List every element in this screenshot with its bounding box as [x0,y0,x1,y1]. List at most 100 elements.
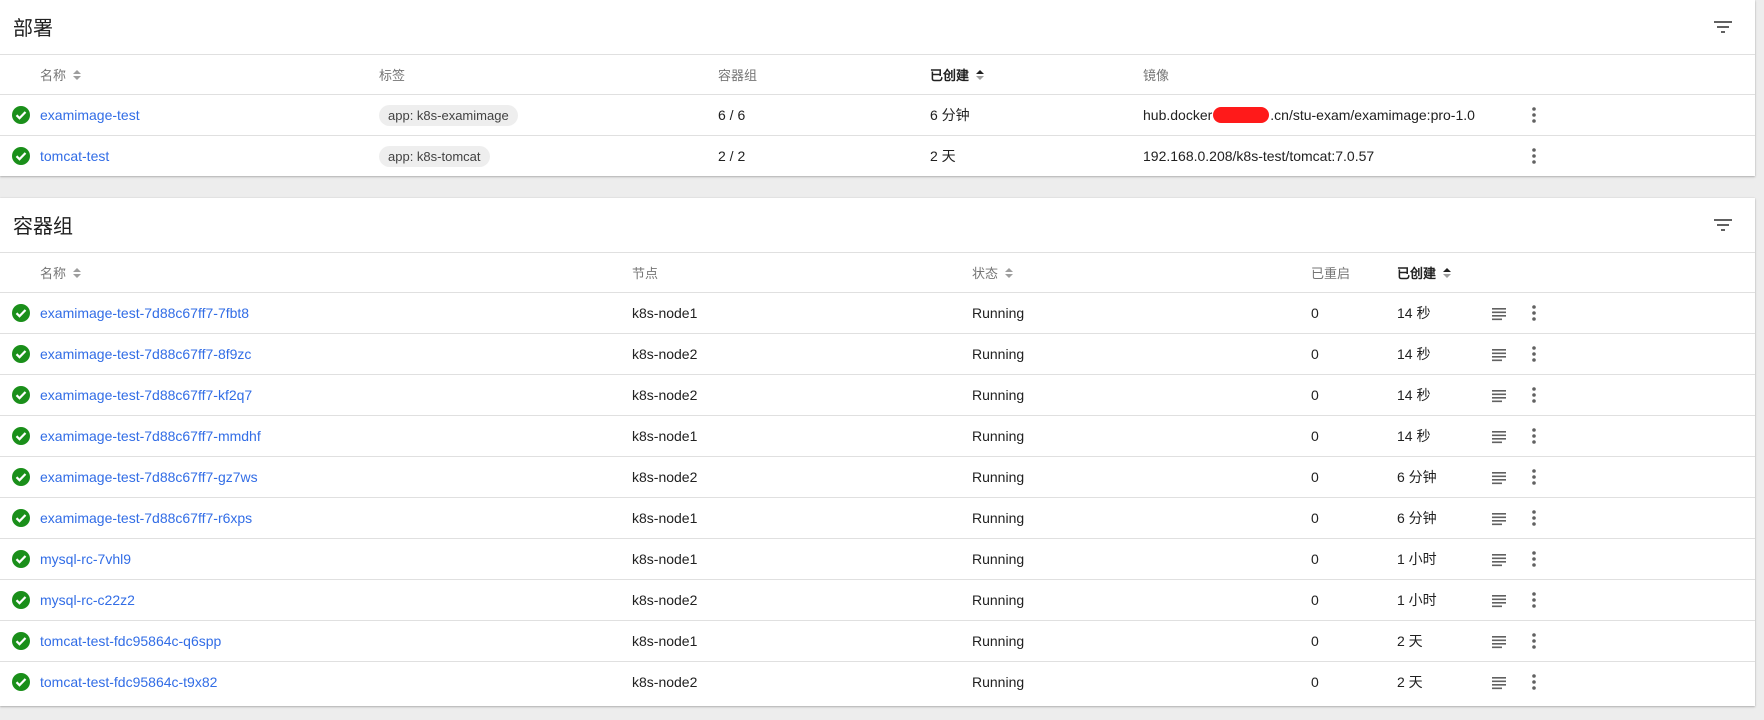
pod-name-link[interactable]: examimage-test-7d88c67ff7-7fbt8 [40,305,249,321]
check-circle-icon [11,467,31,487]
column-header-created[interactable]: 已创建 [1397,253,1452,292]
check-circle-icon [11,146,31,166]
pod-created: 2 天 [1397,633,1423,649]
pod-restarts: 0 [1311,428,1319,444]
more-vert-icon[interactable] [1522,670,1546,694]
more-vert-icon[interactable] [1522,506,1546,530]
pod-node: k8s-node2 [632,592,698,608]
pod-name-link[interactable]: mysql-rc-7vhl9 [40,551,131,567]
logs-icon[interactable] [1487,342,1511,366]
more-vert-icon[interactable] [1522,465,1546,489]
image-text-suffix: .cn/stu-exam/examimage:pro-1.0 [1270,107,1475,123]
column-header-label: 节点 [632,266,659,281]
table-row: examimage-test-7d88c67ff7-mmdhf k8s-node… [0,416,1755,457]
created-age: 2 天 [930,148,956,164]
table-row: mysql-rc-c22z2 k8s-node2 Running 0 1 小时 [0,580,1755,621]
pod-name-link[interactable]: examimage-test-7d88c67ff7-8f9zc [40,346,251,362]
filter-icon[interactable] [1711,15,1735,39]
column-header-name[interactable]: 名称 [40,253,82,292]
pod-status: Running [972,428,1025,444]
column-header-name[interactable]: 名称 [40,55,82,94]
column-header-status[interactable]: 状态 [972,253,1014,292]
label-chip: app: k8s-tomcat [379,145,490,167]
more-vert-icon[interactable] [1522,588,1546,612]
pod-restarts: 0 [1311,633,1319,649]
page: 部署 名称 标签 容器组 已创建 镜像 examimage-test app: … [0,0,1764,720]
more-vert-icon[interactable] [1522,383,1546,407]
logs-icon[interactable] [1487,629,1511,653]
pod-node: k8s-node1 [632,510,698,526]
check-circle-icon [11,105,31,125]
pods-column-headers: 名称 节点 状态 已重启 已创建 [0,253,1755,293]
logs-icon[interactable] [1487,465,1511,489]
pod-status: Running [972,592,1025,608]
table-row: tomcat-test-fdc95864c-q6spp k8s-node1 Ru… [0,621,1755,662]
pod-node: k8s-node2 [632,674,698,690]
pod-name-link[interactable]: tomcat-test-fdc95864c-t9x82 [40,674,217,690]
pod-created: 14 秒 [1397,305,1431,321]
pod-created: 1 小时 [1397,592,1437,608]
pods-count: 6 / 6 [718,107,746,123]
check-circle-icon [11,672,31,692]
column-header-created[interactable]: 已创建 [930,55,985,94]
check-circle-icon [11,426,31,446]
logs-icon[interactable] [1487,301,1511,325]
pod-restarts: 0 [1311,510,1319,526]
more-vert-icon[interactable] [1522,547,1546,571]
column-header-label: 名称 [40,266,67,281]
pod-node: k8s-node2 [632,469,698,485]
pod-name-link[interactable]: mysql-rc-c22z2 [40,592,135,608]
sort-icon [72,68,82,82]
created-age: 6 分钟 [930,107,970,123]
table-row: tomcat-test-fdc95864c-t9x82 k8s-node2 Ru… [0,662,1755,702]
image-text: 192.168.0.208/k8s-test/tomcat:7.0.57 [1143,148,1375,164]
column-header-label: 已重启 [1311,266,1351,281]
logs-icon[interactable] [1487,588,1511,612]
pod-created: 1 小时 [1397,551,1437,567]
logs-icon[interactable] [1487,383,1511,407]
table-row: examimage-test-7d88c67ff7-kf2q7 k8s-node… [0,375,1755,416]
pods-card: 容器组 名称 节点 状态 已重启 已创建 examimage-test-7d88… [0,198,1755,706]
more-vert-icon[interactable] [1522,342,1546,366]
filter-icon[interactable] [1711,213,1735,237]
pod-name-link[interactable]: examimage-test-7d88c67ff7-kf2q7 [40,387,252,403]
column-header-node: 节点 [632,253,658,292]
more-vert-icon[interactable] [1522,301,1546,325]
deployments-column-headers: 名称 标签 容器组 已创建 镜像 [0,55,1755,95]
table-row: mysql-rc-7vhl9 k8s-node1 Running 0 1 小时 [0,539,1755,580]
pod-name-link[interactable]: examimage-test-7d88c67ff7-mmdhf [40,428,261,444]
logs-icon[interactable] [1487,547,1511,571]
more-vert-icon[interactable] [1522,103,1546,127]
pods-table-body: examimage-test-7d88c67ff7-7fbt8 k8s-node… [0,293,1755,702]
image-cell: 192.168.0.208/k8s-test/tomcat:7.0.57 [1143,136,1374,176]
deployment-name-link[interactable]: tomcat-test [40,148,109,164]
column-header-label: 标签 [379,68,406,83]
logs-icon[interactable] [1487,506,1511,530]
more-vert-icon[interactable] [1522,629,1546,653]
logs-icon[interactable] [1487,670,1511,694]
pod-name-link[interactable]: examimage-test-7d88c67ff7-gz7ws [40,469,258,485]
check-circle-icon [11,508,31,528]
deployments-title: 部署 [13,16,53,40]
pods-count: 2 / 2 [718,148,746,164]
pod-restarts: 0 [1311,592,1319,608]
pod-name-link[interactable]: tomcat-test-fdc95864c-q6spp [40,633,221,649]
sort-icon [72,266,82,280]
pod-name-link[interactable]: examimage-test-7d88c67ff7-r6xps [40,510,252,526]
pod-restarts: 0 [1311,346,1319,362]
column-header-pods: 容器组 [718,55,757,94]
pod-status: Running [972,674,1025,690]
deployment-name-link[interactable]: examimage-test [40,107,140,123]
table-row: examimage-test-7d88c67ff7-8f9zc k8s-node… [0,334,1755,375]
column-header-label: 状态 [972,266,999,281]
redaction-mark [1213,107,1270,123]
more-vert-icon[interactable] [1522,424,1546,448]
pod-restarts: 0 [1311,674,1319,690]
image-cell: hub.docker .cn/stu-exam/examimage:pro-1.0 [1143,95,1475,135]
pods-title: 容器组 [13,214,73,238]
pod-status: Running [972,551,1025,567]
check-circle-icon [11,631,31,651]
pod-created: 14 秒 [1397,428,1431,444]
logs-icon[interactable] [1487,424,1511,448]
more-vert-icon[interactable] [1522,144,1546,168]
